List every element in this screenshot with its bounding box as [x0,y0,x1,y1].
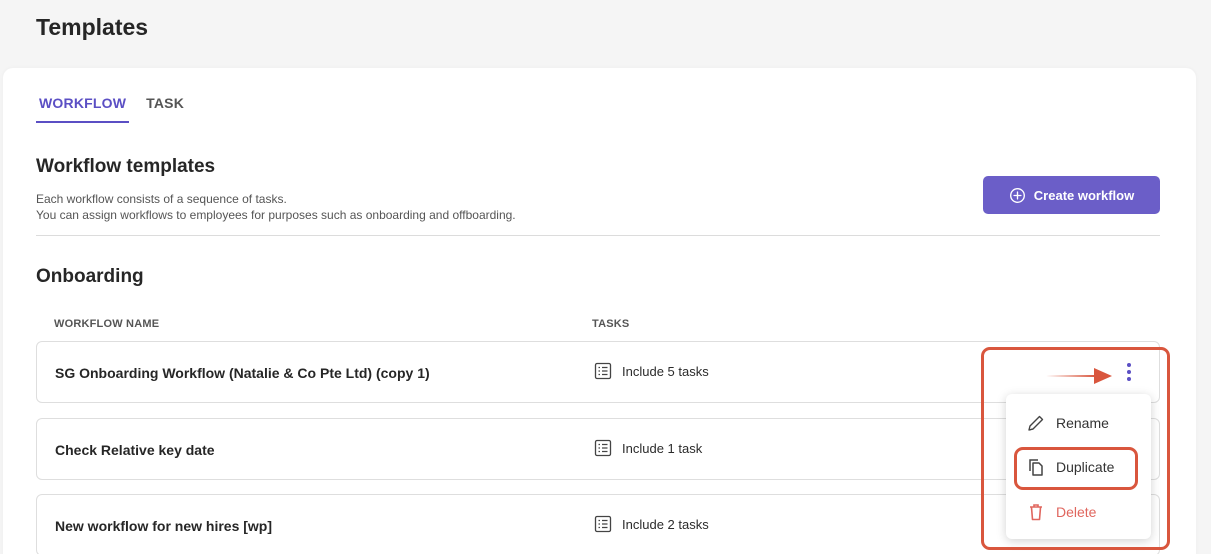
task-count: Include 2 tasks [622,516,709,532]
task-count: Include 1 task [622,440,703,456]
template-tabs: WORKFLOW TASK [36,95,201,123]
create-workflow-label: Create workflow [1033,187,1135,203]
table-row[interactable]: Check Relative key date Include 1 task [36,418,1160,480]
menu-item-rename[interactable]: Rename [1006,405,1151,441]
rename-label: Rename [1056,415,1109,431]
workflow-name: New workflow for new hires [wp] [55,518,273,534]
list-icon [594,515,612,533]
table-row[interactable]: New workflow for new hires [wp] Include … [36,494,1160,554]
divider [36,235,1160,236]
more-options-icon[interactable] [1119,360,1139,384]
description-line-2: You can assign workflows to employees fo… [36,208,516,222]
page-title: Templates [36,14,149,40]
column-header-workflow-name: WORKFLOW NAME [54,318,160,330]
copy-icon [1029,459,1043,476]
section-title: Workflow templates [36,156,216,177]
group-title-onboarding: Onboarding [36,266,144,287]
task-count: Include 5 tasks [622,363,709,379]
annotation-arrow [1046,368,1112,384]
workflow-tasks: Include 5 tasks [594,362,709,380]
duplicate-label: Duplicate [1056,459,1115,475]
tab-task[interactable]: TASK [143,95,187,123]
workflow-tasks: Include 2 tasks [594,515,709,533]
list-icon [594,439,612,457]
workflow-name: Check Relative key date [55,442,215,458]
create-workflow-button[interactable]: Create workflow [983,176,1160,214]
menu-item-delete[interactable]: Delete [1006,494,1151,530]
table-row[interactable]: SG Onboarding Workflow (Natalie & Co Pte… [36,341,1160,403]
pencil-icon [1028,415,1044,431]
workflow-name: SG Onboarding Workflow (Natalie & Co Pte… [55,365,430,381]
delete-label: Delete [1056,504,1097,520]
list-icon [594,362,612,380]
tab-workflow[interactable]: WORKFLOW [36,95,130,123]
plus-circle-icon [1009,187,1025,203]
trash-icon [1030,504,1042,521]
description-line-1: Each workflow consists of a sequence of … [36,192,287,206]
column-header-tasks: TASKS [592,318,630,330]
section-description: Each workflow consists of a sequence of … [36,191,516,223]
row-context-menu: Rename Duplicate Delete [1006,394,1151,539]
workflow-tasks: Include 1 task [594,439,702,457]
menu-item-duplicate[interactable]: Duplicate [1006,449,1151,485]
